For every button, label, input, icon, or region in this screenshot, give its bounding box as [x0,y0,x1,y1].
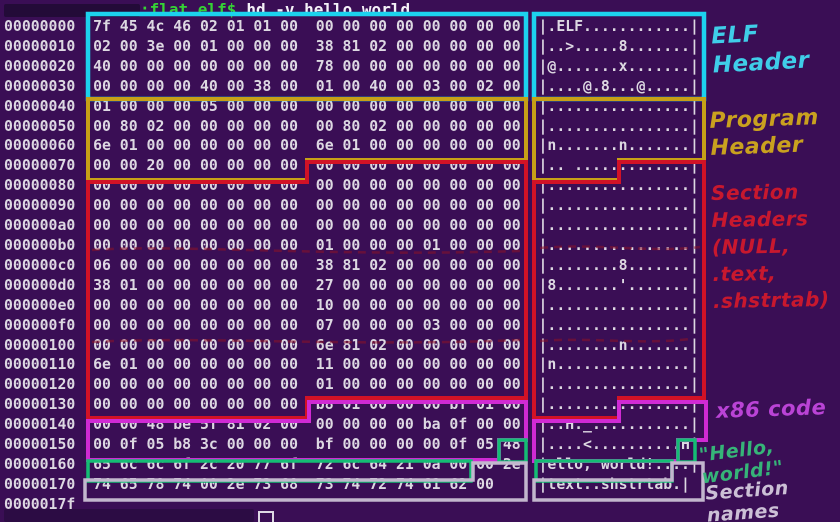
hex-row: 00000100 00 00 00 00 00 00 00 00 6e 81 0… [4,336,699,356]
hex-row: 00000090 00 00 00 00 00 00 00 00 00 00 0… [4,196,699,216]
redacted-user-host [4,4,140,17]
hex-row: 00000050 00 80 02 00 00 00 00 00 00 80 0… [4,117,699,137]
hex-row: 000000d0 38 01 00 00 00 00 00 00 27 00 0… [4,276,699,296]
program-header-note: Program Header [709,104,820,162]
hex-row: 000000a0 00 00 00 00 00 00 00 00 00 00 0… [4,216,699,236]
section-headers-note: Section Headers (NULL, .text, .shstrtab) [711,178,830,315]
elf-header-note: ELF Header [711,18,811,81]
x86-code-note: x86 code [716,395,827,423]
redacted-bottom-prompt [4,509,254,522]
hex-row: 00000080 00 00 00 00 00 00 00 00 00 00 0… [4,176,699,196]
hex-row: 00000150 00 0f 05 b8 3c 00 00 00 bf 00 0… [4,435,699,455]
hex-row: 00000040 01 00 00 00 05 00 00 00 00 00 0… [4,97,699,117]
hex-row: 00000070 00 00 20 00 00 00 00 00 00 00 0… [4,156,699,176]
hexdump-lines: 00000000 7f 45 4c 46 02 01 01 00 00 00 0… [4,17,699,495]
hex-row: 00000010 02 00 3e 00 01 00 00 00 38 81 0… [4,37,699,57]
hex-row: 000000b0 00 00 00 00 00 00 00 00 01 00 0… [4,236,699,256]
hex-row: 00000110 6e 01 00 00 00 00 00 00 11 00 0… [4,355,699,375]
hex-row: 00000130 00 00 00 00 00 00 00 00 b8 01 0… [4,395,699,415]
hex-row: 00000000 7f 45 4c 46 02 01 01 00 00 00 0… [4,17,699,37]
hex-row: 00000170 74 65 78 74 00 2e 73 68 73 74 7… [4,475,699,495]
hex-row: 00000020 40 00 00 00 00 00 00 00 78 00 0… [4,57,699,77]
terminal-window[interactable]: :flat elf$hd -v hello world 00000000 7f … [0,0,840,522]
hex-row: 000000f0 00 00 00 00 00 00 00 00 07 00 0… [4,316,699,336]
section-names-note: Section names [705,473,840,522]
hex-row: 00000140 00 00 48 be 5f 81 02 00 00 00 0… [4,415,699,435]
hex-row: 000000c0 06 00 00 00 00 00 00 00 38 81 0… [4,256,699,276]
hex-row: 00000030 00 00 00 00 40 00 38 00 01 00 4… [4,77,699,97]
command-line: :flat elf$hd -v hello world [4,1,410,18]
hex-row: 00000120 00 00 00 00 00 00 00 00 01 00 0… [4,375,699,395]
hex-row: 00000060 6e 01 00 00 00 00 00 00 6e 01 0… [4,136,699,156]
hex-row: 000000e0 00 00 00 00 00 00 00 00 10 00 0… [4,296,699,316]
terminal-cursor [258,511,274,522]
hex-row: 00000160 65 6c 6c 6f 2c 20 77 6f 72 6c 6… [4,455,699,475]
